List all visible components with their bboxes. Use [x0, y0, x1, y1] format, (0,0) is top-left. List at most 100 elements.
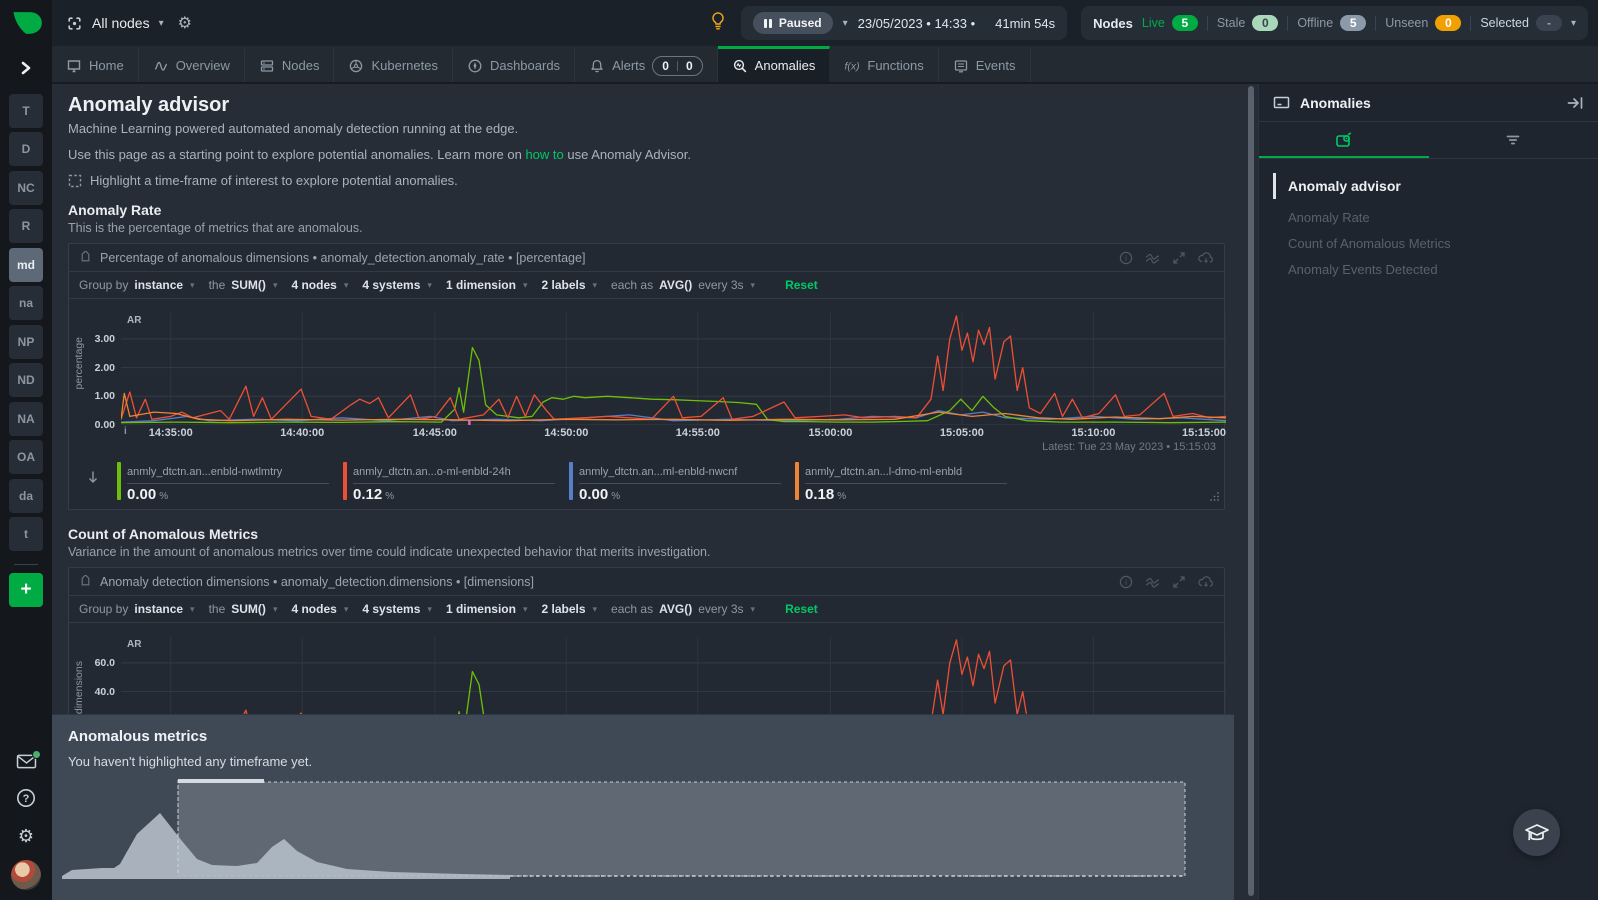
sidebar-nav-count-of-anomalous-metrics[interactable]: Count of Anomalous Metrics [1273, 231, 1598, 257]
labels-dropdown[interactable]: 2 labels [541, 602, 585, 616]
chevron-down-icon[interactable]: ▾ [843, 18, 848, 29]
tag-icon [79, 575, 92, 588]
tab-nodes[interactable]: Nodes [245, 46, 335, 82]
help-icon[interactable]: ? [16, 788, 36, 813]
resize-grip-icon[interactable] [1210, 488, 1220, 506]
collapse-panel-icon[interactable] [1566, 95, 1584, 111]
systems-dropdown[interactable]: 4 systems [362, 602, 420, 616]
y-tick-label: 60.0 [69, 657, 115, 669]
sidebar-nav-anomaly-events-detected[interactable]: Anomaly Events Detected [1273, 257, 1598, 283]
dimensions-dropdown[interactable]: 1 dimension [446, 278, 516, 292]
play-pause-button[interactable]: Paused [753, 12, 832, 34]
workspace-item-da[interactable]: da [9, 479, 43, 513]
netdata-logo[interactable] [0, 0, 52, 46]
tab-functions[interactable]: f(x)Functions [830, 46, 938, 82]
workspace-item-T[interactable]: T [9, 94, 43, 128]
workspace-item-md[interactable]: md [9, 248, 43, 282]
cloud-download-icon[interactable] [1198, 251, 1214, 265]
node-state-unseen[interactable]: Unseen0 [1385, 15, 1461, 31]
node-state-stale[interactable]: Stale0 [1217, 15, 1279, 31]
node-state-selected[interactable]: Selected- [1480, 15, 1562, 31]
news-envelope-icon[interactable] [16, 753, 37, 775]
chart-type-icon[interactable] [1145, 251, 1160, 265]
workspace-item-ND[interactable]: ND [9, 363, 43, 397]
legend-item[interactable]: anmly_dtctn.an...l-dmo-ml-enbld0.18% [795, 462, 1021, 504]
user-avatar[interactable] [11, 860, 41, 890]
info-icon[interactable]: i [1119, 251, 1133, 265]
chart-type-icon[interactable] [1145, 575, 1160, 589]
chevron-down-icon[interactable]: ▾ [523, 280, 528, 291]
workspace-item-OA[interactable]: OA [9, 440, 43, 474]
chevron-down-icon[interactable]: ▾ [190, 280, 195, 291]
node-state-live[interactable]: Live5 [1142, 15, 1198, 31]
legend-item[interactable]: anmly_dtctn.an...ml-enbld-nwcnf0.00% [569, 462, 795, 504]
workspace-item-R[interactable]: R [9, 209, 43, 243]
nodes-dropdown[interactable]: 4 nodes [291, 278, 336, 292]
line-chart-svg[interactable] [121, 313, 1226, 425]
chevron-down-icon[interactable]: ▾ [427, 604, 432, 615]
chevron-down-icon[interactable]: ▾ [427, 280, 432, 291]
chevron-down-icon[interactable]: ▾ [190, 604, 195, 615]
chevron-down-icon[interactable]: ▾ [344, 604, 349, 615]
filter-subtab[interactable] [1429, 122, 1598, 158]
chevron-down-icon[interactable]: ▾ [344, 280, 349, 291]
lightbulb-icon[interactable] [709, 11, 727, 36]
chevron-down-icon[interactable]: ▾ [751, 280, 756, 291]
tab-overview[interactable]: Overview [139, 46, 245, 82]
workspace-item-t[interactable]: t [9, 517, 43, 551]
legend-item[interactable]: anmly_dtctn.an...enbld-nwtlmtry0.00% [117, 462, 343, 504]
tab-anomalies[interactable]: Anomalies [718, 46, 831, 82]
nodes-dropdown[interactable]: 4 nodes [291, 602, 336, 616]
group-by-value[interactable]: instance [134, 602, 183, 616]
node-state-offline[interactable]: Offline5 [1297, 15, 1366, 31]
tab-alerts[interactable]: Alerts00 [575, 46, 718, 82]
sidebar-nav-anomaly-rate[interactable]: Anomaly Rate [1273, 205, 1598, 231]
how-to-link[interactable]: how to [525, 147, 563, 162]
chevron-down-icon[interactable]: ▾ [523, 604, 528, 615]
chevron-down-icon[interactable]: ▾ [593, 280, 598, 291]
aggregation-value[interactable]: SUM() [231, 278, 266, 292]
systems-dropdown[interactable]: 4 systems [362, 278, 420, 292]
workspace-item-NA[interactable]: NA [9, 402, 43, 436]
chevron-down-icon[interactable]: ▾ [1571, 18, 1576, 29]
workspace-item-D[interactable]: D [9, 132, 43, 166]
each-as-value[interactable]: AVG() [659, 602, 692, 616]
info-icon[interactable]: i [1119, 575, 1133, 589]
expand-rail-button[interactable] [14, 56, 38, 83]
settings-gear-icon[interactable]: ⚙ [18, 826, 34, 847]
chevron-down-icon[interactable]: ▾ [593, 604, 598, 615]
chevron-down-icon[interactable]: ▾ [273, 604, 278, 615]
section-title: Count of Anomalous Metrics [68, 526, 1258, 542]
dimensions-dropdown[interactable]: 1 dimension [446, 602, 516, 616]
tab-dashboards[interactable]: Dashboards [453, 46, 575, 82]
add-workspace-button[interactable]: + [9, 573, 43, 607]
scrollbar-thumb[interactable] [1248, 86, 1254, 896]
legend-sort-arrow-icon[interactable] [87, 470, 117, 489]
advisor-subtab[interactable] [1259, 122, 1429, 158]
learn-fab-button[interactable] [1513, 809, 1560, 856]
workspace-item-NP[interactable]: NP [9, 325, 43, 359]
space-settings-gear-icon[interactable]: ⚙ [178, 13, 192, 33]
timeframe-illustration[interactable] [62, 779, 1212, 883]
chevron-down-icon[interactable]: ▾ [273, 280, 278, 291]
legend-item[interactable]: anmly_dtctn.an...o-ml-enbld-24h0.12% [343, 462, 569, 504]
each-as-value[interactable]: AVG() [659, 278, 692, 292]
fullscreen-icon[interactable] [1172, 575, 1186, 589]
fullscreen-icon[interactable] [1172, 251, 1186, 265]
reset-button[interactable]: Reset [785, 278, 818, 292]
reset-button[interactable]: Reset [785, 602, 818, 616]
chevron-down-icon[interactable]: ▾ [751, 604, 756, 615]
date-range-text[interactable]: 23/05/2023 • 14:33 • [858, 16, 976, 31]
chart-plot-area[interactable]: percentageAR3.002.001.000.00i14:35:0014:… [69, 299, 1224, 441]
tab-home[interactable]: Home [52, 46, 139, 82]
tab-kubernetes[interactable]: Kubernetes [334, 46, 453, 82]
node-filter-picker[interactable]: All nodes ▾ [66, 15, 164, 32]
workspace-item-NC[interactable]: NC [9, 171, 43, 205]
workspace-item-na[interactable]: na [9, 286, 43, 320]
sidebar-nav-anomaly-advisor[interactable]: Anomaly advisor [1273, 173, 1598, 199]
cloud-download-icon[interactable] [1198, 575, 1214, 589]
labels-dropdown[interactable]: 2 labels [541, 278, 585, 292]
tab-events[interactable]: Events [939, 46, 1031, 82]
aggregation-value[interactable]: SUM() [231, 602, 266, 616]
group-by-value[interactable]: instance [134, 278, 183, 292]
